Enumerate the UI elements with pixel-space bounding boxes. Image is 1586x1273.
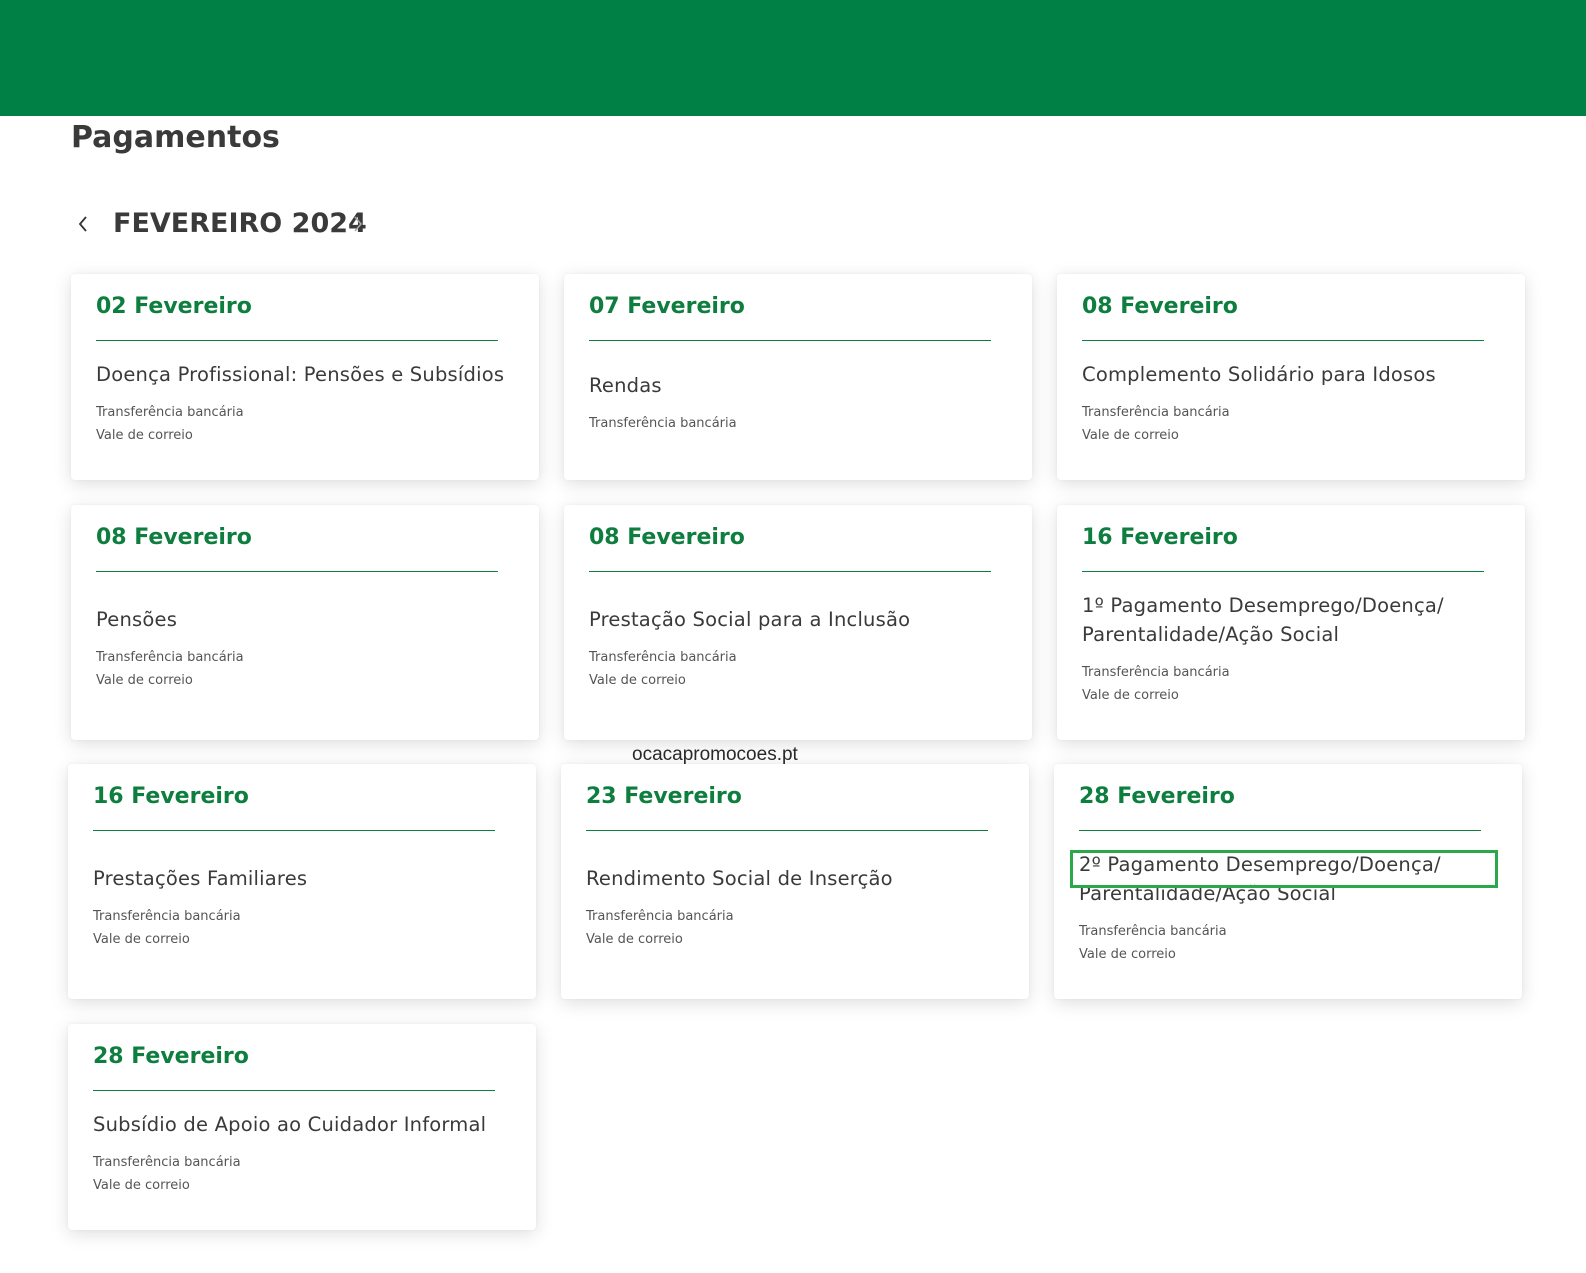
payment-title: Prestações Familiares <box>93 867 308 890</box>
divider <box>589 571 991 572</box>
payment-method: Transferência bancária <box>1082 664 1230 680</box>
payment-date: 16 Fevereiro <box>1082 525 1238 550</box>
payment-card[interactable]: 16 Fevereiro Prestações Familiares Trans… <box>68 764 536 999</box>
divider <box>93 1090 495 1091</box>
payment-method: Transferência bancária <box>586 909 734 924</box>
month-label: FEVEREIRO 2024 <box>113 208 367 239</box>
payment-method: Transferência bancária <box>589 650 737 665</box>
divider <box>96 571 498 572</box>
payment-method: Vale de correio <box>1082 427 1179 443</box>
payment-date: 28 Fevereiro <box>1079 784 1235 809</box>
payment-title: 1º Pagamento Desemprego/Doença/ Parental… <box>1082 593 1444 646</box>
divider <box>1079 830 1481 831</box>
payment-title: Prestação Social para a Inclusão <box>589 608 911 631</box>
payment-card[interactable]: 28 Fevereiro 2º Pagamento Desemprego/Doe… <box>1054 764 1522 999</box>
payment-method: Transferência bancária <box>589 416 737 431</box>
payment-title: Pensões <box>96 608 178 631</box>
payment-date: 16 Fevereiro <box>93 784 249 809</box>
payment-card[interactable]: 16 Fevereiro 1º Pagamento Desemprego/Doe… <box>1057 505 1525 740</box>
payment-card[interactable]: 08 Fevereiro Prestação Social para a Inc… <box>564 505 1032 740</box>
page-title: Pagamentos <box>71 120 280 155</box>
payment-method: Transferência bancária <box>96 404 244 420</box>
payment-method: Vale de correio <box>1079 946 1176 962</box>
month-navigator: FEVEREIRO 2024 <box>71 202 411 246</box>
divider <box>1082 340 1484 341</box>
payment-title: Doença Profissional: Pensões e Subsídios <box>96 362 505 386</box>
payment-card[interactable]: 02 Fevereiro Doença Profissional: Pensõe… <box>71 274 539 480</box>
payment-title: Rendimento Social de Inserção <box>586 867 893 890</box>
payment-method: Transferência bancária <box>1079 923 1227 939</box>
payment-method: Vale de correio <box>93 932 190 947</box>
divider <box>93 830 495 831</box>
payment-card[interactable]: 08 Fevereiro Pensões Transferência bancá… <box>71 505 539 740</box>
payment-date: 02 Fevereiro <box>96 294 252 319</box>
divider <box>586 830 988 831</box>
chevron-right-icon[interactable] <box>346 210 370 238</box>
payment-method: Vale de correio <box>589 673 686 688</box>
divider <box>96 340 498 341</box>
payment-title: Complemento Solidário para Idosos <box>1082 362 1436 386</box>
divider <box>589 340 991 341</box>
payment-method: Vale de correio <box>1082 687 1179 703</box>
payment-date: 08 Fevereiro <box>589 525 745 550</box>
payment-date: 23 Fevereiro <box>586 784 742 809</box>
payment-method: Vale de correio <box>586 932 683 947</box>
payment-title: Subsídio de Apoio ao Cuidador Informal <box>93 1112 487 1136</box>
payment-method: Transferência bancária <box>96 650 244 665</box>
divider <box>1082 571 1484 572</box>
top-header-bar <box>0 0 1586 116</box>
chevron-left-icon[interactable] <box>71 210 95 238</box>
payment-card[interactable]: 08 Fevereiro Complemento Solidário para … <box>1057 274 1525 480</box>
payment-card[interactable]: 23 Fevereiro Rendimento Social de Inserç… <box>561 764 1029 999</box>
payment-date: 08 Fevereiro <box>1082 294 1238 319</box>
watermark: ocacapromocoes.pt <box>632 744 798 765</box>
payment-date: 07 Fevereiro <box>589 294 745 319</box>
payment-card[interactable]: 28 Fevereiro Subsídio de Apoio ao Cuidad… <box>68 1024 536 1230</box>
payment-title: 2º Pagamento Desemprego/Doença/ Parental… <box>1079 852 1441 905</box>
payment-method: Transferência bancária <box>93 909 241 924</box>
payment-date: 08 Fevereiro <box>96 525 252 550</box>
payment-card[interactable]: 07 Fevereiro Rendas Transferência bancár… <box>564 274 1032 480</box>
payment-method: Vale de correio <box>96 673 193 688</box>
payment-title: Rendas <box>589 374 662 397</box>
payment-method: Vale de correio <box>96 427 193 443</box>
payment-date: 28 Fevereiro <box>93 1044 249 1069</box>
payment-method: Vale de correio <box>93 1177 190 1193</box>
payment-method: Transferência bancária <box>93 1154 241 1170</box>
payment-method: Transferência bancária <box>1082 404 1230 420</box>
